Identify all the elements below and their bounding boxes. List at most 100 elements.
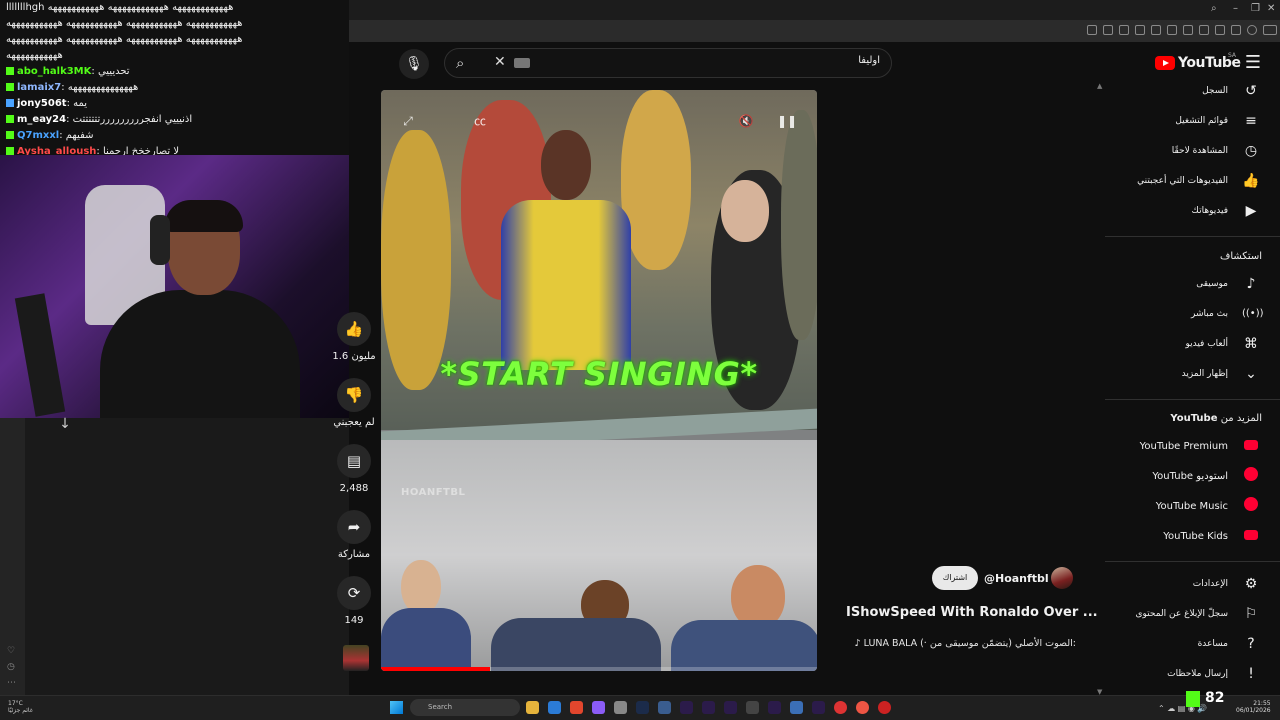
chat-username[interactable]: Q7mxxl (17, 130, 59, 141)
extension-icon[interactable] (1151, 25, 1161, 35)
sidebar-item-youtube-music[interactable]: YouTube Music (1110, 492, 1270, 520)
pause-icon[interactable]: ❚❚ (777, 112, 797, 130)
restore-icon[interactable]: ❐ (1251, 3, 1260, 14)
subscribe-button[interactable]: اشتراك (932, 566, 978, 590)
more-icon[interactable]: ⋯ (7, 678, 17, 688)
extension-icon[interactable] (1119, 25, 1129, 35)
search-query[interactable]: اوليفا (780, 55, 880, 66)
photoshop-icon[interactable] (636, 701, 649, 714)
sidebar-item-help[interactable]: مساعدة? (1110, 630, 1270, 658)
sidebar-item-gaming[interactable]: ألعاب فيديو ⌘ (1110, 330, 1270, 358)
chat-username[interactable]: Aysha_alloush (17, 146, 96, 155)
profile-icon[interactable] (1247, 25, 1257, 35)
close-icon[interactable]: ✕ (494, 54, 510, 72)
dislike-button[interactable]: 👎 (337, 378, 371, 412)
chat-message: lamaix7: ههههههههههههههه (6, 80, 343, 96)
captions-icon[interactable]: ㏄ (471, 112, 489, 130)
heart-icon[interactable]: ♡ (7, 646, 17, 656)
sidebar-item-settings[interactable]: الإعدادات ⚙ (1110, 570, 1270, 598)
sidebar-item-youtube-kids[interactable]: YouTube Kids (1110, 522, 1270, 550)
search-icon[interactable]: ⌕ (1211, 3, 1217, 14)
media-encoder-icon[interactable] (724, 701, 737, 714)
headset (150, 215, 170, 265)
arrow-down-icon[interactable]: ↓ (56, 416, 74, 434)
brave-icon[interactable] (570, 701, 583, 714)
taskbar-search-input[interactable] (410, 699, 520, 716)
keyboard-icon[interactable] (514, 58, 530, 68)
feedback-icon: ! (1248, 666, 1254, 682)
video-title[interactable]: IShowSpeed With Ronaldo Over ... (846, 605, 1098, 620)
taskbar-clock[interactable]: 21:55 06/01/2026 (1236, 700, 1271, 714)
chat-username[interactable]: m_eay24 (17, 114, 66, 125)
sidebar-item-report-history[interactable]: سجلّ الإبلاغ عن المحتوى ⚐ (1110, 600, 1270, 628)
app-icon[interactable] (790, 701, 803, 714)
extension-icon[interactable] (1231, 25, 1241, 35)
sidebar-item-music[interactable]: موسيقى ♪ (1110, 270, 1270, 298)
sidebar-item-liked[interactable]: الفيديوهات التي أعجبتني 👍 (1110, 167, 1270, 195)
sidebar-item-label: السجل (1202, 86, 1228, 96)
remix-icon: ⟳ (347, 584, 361, 602)
ai-icon[interactable] (1263, 25, 1277, 35)
app-icon[interactable] (746, 701, 759, 714)
extension-icon[interactable] (1087, 25, 1097, 35)
video-progress-bar[interactable] (381, 667, 817, 671)
sidebar-item-youtube-studio[interactable]: YouTube استوديو (1110, 462, 1270, 490)
sidebar-item-history[interactable]: السجل ↺ (1110, 77, 1270, 105)
file-explorer-icon[interactable] (526, 701, 539, 714)
audition-icon[interactable] (768, 701, 781, 714)
fan-figure (381, 130, 451, 390)
share-button[interactable]: ➦ (337, 510, 371, 544)
after-effects-icon[interactable] (702, 701, 715, 714)
sidebar-item-label: موسيقى (1196, 279, 1228, 289)
extension-icon[interactable] (1183, 25, 1193, 35)
sidebar-item-watch-later[interactable]: المشاهدة لاحقًا ◷ (1110, 137, 1270, 165)
microphone-icon[interactable]: 🎙 (399, 49, 429, 79)
close-icon[interactable]: ✕ (1267, 3, 1275, 14)
sidebar-item-feedback[interactable]: إرسال ملاحظات! (1110, 660, 1270, 688)
remix-button[interactable]: ⟳ (337, 576, 371, 610)
audition-icon[interactable] (680, 701, 693, 714)
comment-icon: ▤ (346, 452, 362, 470)
chat-username[interactable]: abo_halk3MK (17, 66, 91, 77)
chat-username[interactable]: jony506t (17, 98, 67, 109)
app-icon[interactable] (878, 701, 891, 714)
chat-username[interactable]: lamaix7 (17, 82, 61, 93)
extension-icon[interactable] (1103, 25, 1113, 35)
extension-icon[interactable] (1215, 25, 1225, 35)
clock-icon[interactable]: ◷ (7, 662, 17, 672)
extension-icon[interactable] (1199, 25, 1209, 35)
app-icon[interactable] (614, 701, 627, 714)
sidebar-item-playlists[interactable]: قوائم التشغيل ≡ (1110, 107, 1270, 135)
search-icon[interactable]: ⌕ (456, 54, 474, 72)
windows-start-icon[interactable] (390, 701, 403, 714)
sidebar-item-live[interactable]: بث مباشر ((•)) (1110, 300, 1270, 328)
sound-thumbnail[interactable] (343, 645, 369, 671)
app-icon[interactable] (658, 701, 671, 714)
chat-message: Q7mxxl: شفيهم (6, 128, 343, 144)
fullscreen-icon[interactable]: ⤢ (399, 112, 417, 130)
music-attribution[interactable]: ♪ LUNA BALA (· الصوت الأصلي (يتضمّن موسي… (826, 638, 1076, 649)
sidebar-item-show-more[interactable]: إظهار المزيد ⌄ (1110, 360, 1270, 388)
premiere-icon[interactable] (812, 701, 825, 714)
scroll-up-icon[interactable]: ▲ (1097, 82, 1102, 90)
player-shirt (491, 618, 661, 671)
vscode-icon[interactable] (548, 701, 561, 714)
shorts-video-player[interactable]: *START SINGING* HOANFTBL ⤢ ㏄ 🔇 ❚❚ (381, 90, 817, 671)
opera-icon[interactable] (834, 701, 847, 714)
like-button[interactable]: 👍 (337, 312, 371, 346)
chat-text: : ههههههههههههههه (61, 82, 139, 93)
extension-icon[interactable] (1167, 25, 1177, 35)
visual-studio-icon[interactable] (592, 701, 605, 714)
hamburger-menu-icon[interactable]: ☰ (1243, 53, 1263, 73)
weather-widget[interactable]: 17°C غائم جزئيًا (8, 700, 33, 714)
app-icon[interactable] (856, 701, 869, 714)
comments-button[interactable]: ▤ (337, 444, 371, 478)
sidebar-item-youtube-premium[interactable]: YouTube Premium (1110, 432, 1270, 460)
minimize-icon[interactable]: – (1233, 3, 1238, 14)
extension-icon[interactable] (1135, 25, 1145, 35)
channel-avatar[interactable] (1051, 567, 1073, 589)
channel-handle[interactable]: @Hoanftbl (984, 572, 1049, 585)
sidebar-item-your-videos[interactable]: فيديوهاتك ▶ (1110, 197, 1270, 225)
player-head (541, 130, 591, 200)
mute-icon[interactable]: 🔇 (737, 112, 755, 130)
